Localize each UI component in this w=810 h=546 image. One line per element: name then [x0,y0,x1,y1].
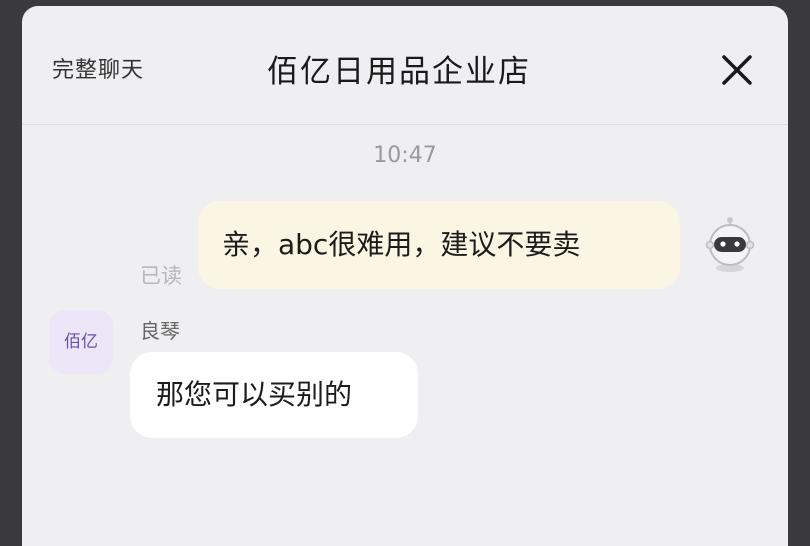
my-avatar[interactable] [700,212,760,274]
astronaut-avatar-icon [705,217,755,272]
sender-name: 良琴 [140,319,180,343]
close-icon [722,55,752,85]
close-button[interactable] [715,48,759,92]
chat-window: 完整聊天 佰亿日用品企业店 10:47 亲，abc很难用，建议不要卖 已读 佰亿… [22,6,788,546]
full-chat-link[interactable]: 完整聊天 [52,52,144,84]
shop-name-title: 佰亿日用品企业店 [267,54,531,90]
chat-header: 完整聊天 佰亿日用品企业店 [22,6,788,125]
message-timestamp: 10:47 [373,143,437,168]
outgoing-message-bubble[interactable]: 亲，abc很难用，建议不要卖 [198,201,680,289]
shop-avatar[interactable]: 佰亿 [49,310,113,374]
read-status: 已读 [140,264,182,288]
incoming-message-bubble[interactable]: 那您可以买别的 [130,352,418,438]
